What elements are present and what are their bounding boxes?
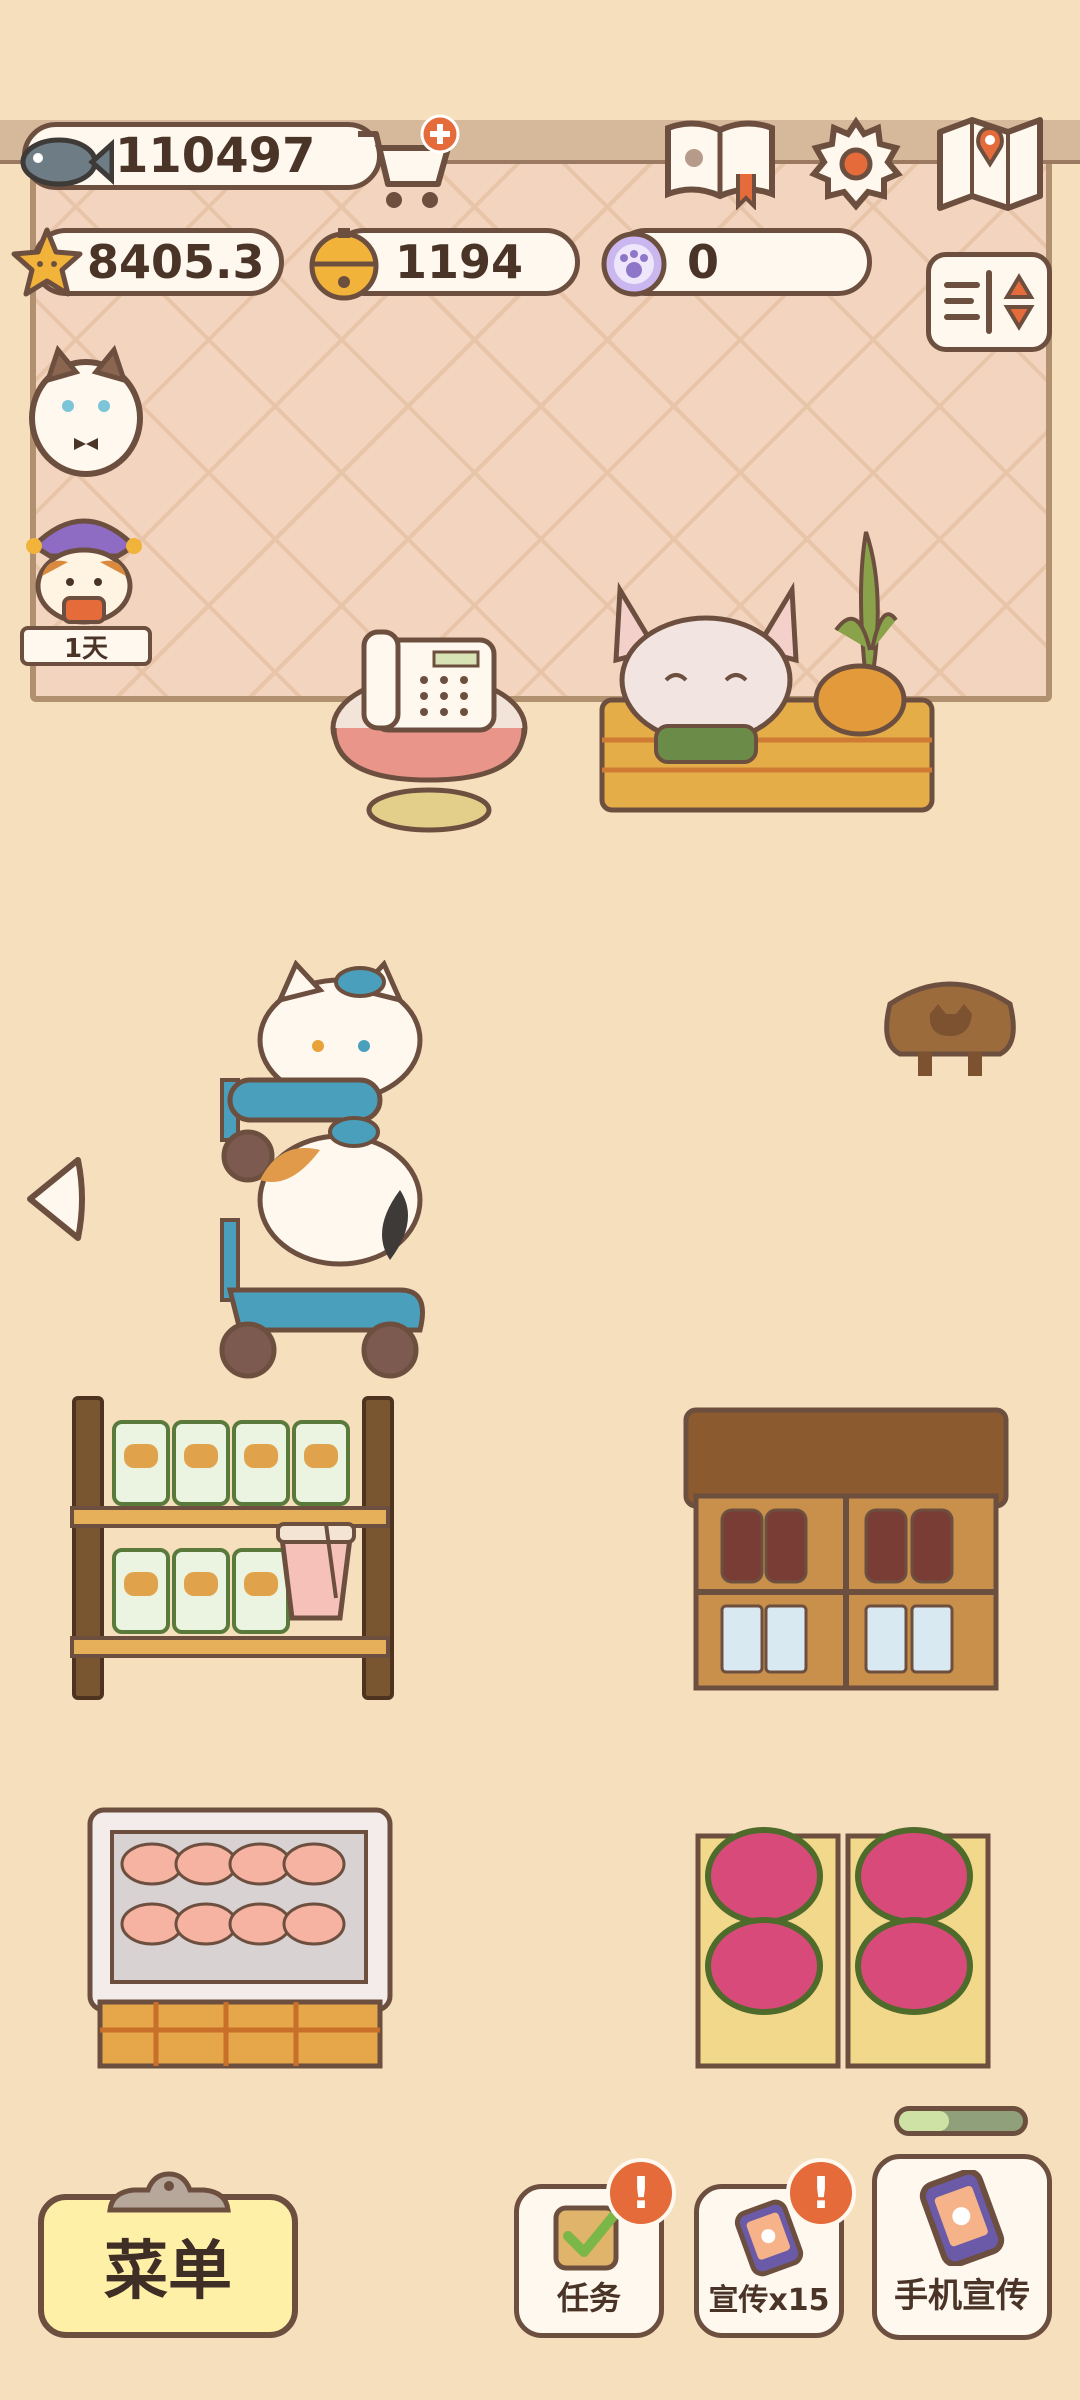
map-icon[interactable]	[934, 112, 1046, 212]
shop-cart-add-button[interactable]	[350, 114, 460, 214]
fish-icon	[14, 122, 115, 202]
bell-count: 1194	[395, 235, 524, 289]
jester-cat-event-icon[interactable]	[18, 506, 150, 626]
settings-gear-icon[interactable]	[808, 116, 904, 212]
phone-promote-button-label: 手机宣传	[894, 2276, 1030, 2316]
event-timer-label: 1天	[20, 626, 152, 666]
paw-coin-count: 0	[687, 235, 720, 289]
promote-button-label: 宣传x15	[708, 2283, 830, 2318]
task-button-label: 任务	[556, 2279, 621, 2317]
sushi-display[interactable]	[86, 1806, 396, 2072]
task-alert-badge: !	[606, 2158, 676, 2228]
clipboard-clip-icon	[104, 2170, 234, 2216]
sort-toggle-button[interactable]	[926, 252, 1052, 352]
jar-shelf[interactable]	[70, 1396, 400, 1700]
cashier-cat-counter[interactable]	[596, 530, 946, 830]
promotion-progress-bar	[894, 2106, 1028, 2136]
dragonfruit-crates[interactable]	[684, 1816, 1002, 2076]
bell-icon	[304, 224, 384, 304]
phone-table[interactable]	[314, 610, 544, 840]
star-count: 8405.3	[87, 235, 265, 289]
delivery-cats-scooters[interactable]	[200, 959, 460, 1380]
cat-album-book-button[interactable]	[662, 114, 778, 211]
fish-count: 110497	[115, 128, 316, 184]
drink-cabinet[interactable]	[682, 1406, 1010, 1694]
smartphone-icon	[914, 2168, 1010, 2268]
cat-stool	[880, 964, 1020, 1084]
paw-coin-icon	[600, 230, 668, 298]
left-arrow-button[interactable]	[20, 1154, 90, 1244]
cat-manager-avatar[interactable]	[24, 344, 148, 478]
menu-button-label: 菜单	[104, 2235, 232, 2309]
star-icon	[10, 226, 84, 300]
promote-alert-badge: !	[786, 2158, 856, 2228]
